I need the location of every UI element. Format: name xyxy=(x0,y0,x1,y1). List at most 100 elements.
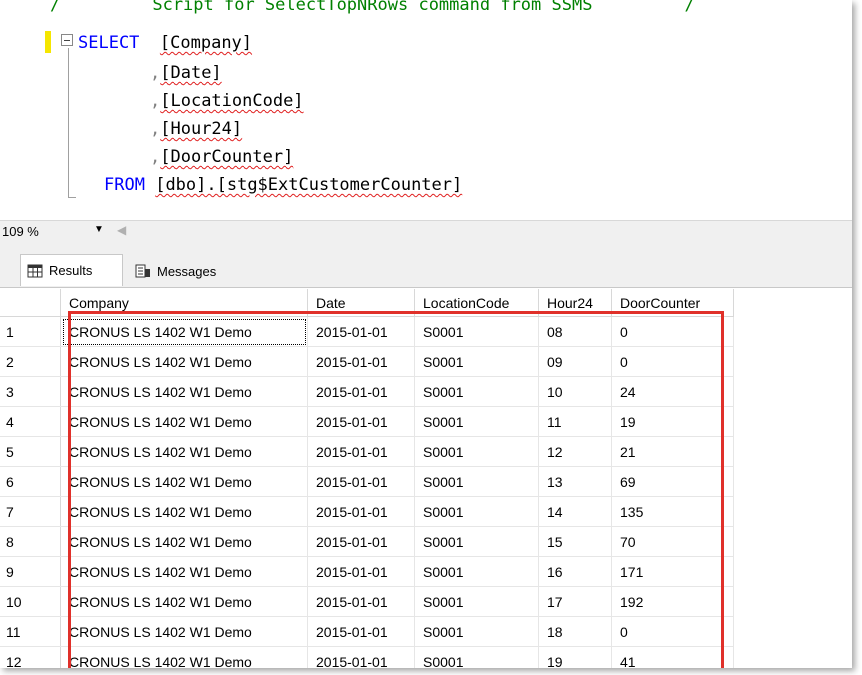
cell-locationcode[interactable]: S0001 xyxy=(414,496,539,527)
cell-locationcode[interactable]: S0001 xyxy=(414,556,539,587)
cell-locationcode[interactable]: S0001 xyxy=(414,466,539,497)
cell-locationcode[interactable]: S0001 xyxy=(414,616,539,647)
cell-rownum[interactable]: 3 xyxy=(0,376,61,407)
table-row[interactable]: 11 CRONUS LS 1402 W1 Demo 2015-01-01 S0001 1… xyxy=(0,616,734,647)
code-line: ,[DoorCounter] xyxy=(150,146,293,168)
cell-doorcounter[interactable]: 69 xyxy=(611,466,734,497)
cell-locationcode[interactable]: S0001 xyxy=(414,586,539,617)
column-header-company[interactable]: Company xyxy=(60,289,308,317)
results-grid[interactable]: Company Date LocationCode Hour24 DoorCou… xyxy=(0,287,852,668)
cell-locationcode[interactable]: S0001 xyxy=(414,646,539,668)
cell-company[interactable]: CRONUS LS 1402 W1 Demo xyxy=(60,646,308,668)
cell-doorcounter[interactable]: 0 xyxy=(611,616,734,647)
cell-date[interactable]: 2015-01-01 xyxy=(307,586,415,617)
cell-hour24[interactable]: 09 xyxy=(538,346,612,377)
cell-hour24[interactable]: 15 xyxy=(538,526,612,557)
cell-company[interactable]: CRONUS LS 1402 W1 Demo xyxy=(60,346,308,377)
cell-doorcounter[interactable]: 0 xyxy=(611,316,734,347)
cell-doorcounter[interactable]: 41 xyxy=(611,646,734,668)
cell-rownum[interactable]: 11 xyxy=(0,616,61,647)
table-row[interactable]: 12 CRONUS LS 1402 W1 Demo 2015-01-01 S0001 1… xyxy=(0,646,734,668)
cell-hour24[interactable]: 16 xyxy=(538,556,612,587)
cell-date[interactable]: 2015-01-01 xyxy=(307,376,415,407)
cell-date[interactable]: 2015-01-01 xyxy=(307,406,415,437)
cell-hour24[interactable]: 08 xyxy=(538,316,612,347)
cell-hour24[interactable]: 10 xyxy=(538,376,612,407)
cell-doorcounter[interactable]: 70 xyxy=(611,526,734,557)
tab-results[interactable]: Results xyxy=(20,254,123,286)
table-row[interactable]: 5 CRONUS LS 1402 W1 Demo 2015-01-01 S0001 12… xyxy=(0,436,734,467)
cell-hour24[interactable]: 12 xyxy=(538,436,612,467)
cell-rownum[interactable]: 10 xyxy=(0,586,61,617)
cell-hour24[interactable]: 14 xyxy=(538,496,612,527)
table-row[interactable]: 9 CRONUS LS 1402 W1 Demo 2015-01-01 S0001 16… xyxy=(0,556,734,587)
table-row[interactable]: 10 CRONUS LS 1402 W1 Demo 2015-01-01 S0001 1… xyxy=(0,586,734,617)
cell-company[interactable]: CRONUS LS 1402 W1 Demo xyxy=(60,586,308,617)
column-header-hour24[interactable]: Hour24 xyxy=(538,289,612,317)
cell-locationcode[interactable]: S0001 xyxy=(414,316,539,347)
chevron-down-icon[interactable]: ▼ xyxy=(94,224,104,235)
column-header-doorcounter[interactable]: DoorCounter xyxy=(611,289,734,317)
cell-date[interactable]: 2015-01-01 xyxy=(307,556,415,587)
cell-hour24[interactable]: 18 xyxy=(538,616,612,647)
cell-doorcounter[interactable]: 19 xyxy=(611,406,734,437)
cell-date[interactable]: 2015-01-01 xyxy=(307,616,415,647)
collapse-icon[interactable] xyxy=(61,34,73,46)
cell-company[interactable]: CRONUS LS 1402 W1 Demo xyxy=(60,436,308,467)
cell-hour24[interactable]: 13 xyxy=(538,466,612,497)
cell-hour24[interactable]: 11 xyxy=(538,406,612,437)
cell-rownum[interactable]: 7 xyxy=(0,496,61,527)
header-row: Company Date LocationCode Hour24 DoorCou… xyxy=(0,289,734,317)
table-row[interactable]: 2 CRONUS LS 1402 W1 Demo 2015-01-01 S0001 09… xyxy=(0,346,734,377)
cell-rownum[interactable]: 12 xyxy=(0,646,61,668)
table-row[interactable]: 1 CRONUS LS 1402 W1 Demo 2015-01-01 S0001 08… xyxy=(0,316,734,347)
query-editor[interactable]: / Script for SelectTopNRows command from… xyxy=(0,0,852,212)
cell-rownum[interactable]: 9 xyxy=(0,556,61,587)
cell-company[interactable]: CRONUS LS 1402 W1 Demo xyxy=(60,406,308,437)
cell-doorcounter[interactable]: 171 xyxy=(611,556,734,587)
cell-date[interactable]: 2015-01-01 xyxy=(307,496,415,527)
cell-doorcounter[interactable]: 0 xyxy=(611,346,734,377)
cell-rownum[interactable]: 1 xyxy=(0,316,61,347)
cell-date[interactable]: 2015-01-01 xyxy=(307,436,415,467)
cell-rownum[interactable]: 2 xyxy=(0,346,61,377)
cell-company[interactable]: CRONUS LS 1402 W1 Demo xyxy=(60,616,308,647)
cell-date[interactable]: 2015-01-01 xyxy=(307,466,415,497)
column-header-locationcode[interactable]: LocationCode xyxy=(414,289,539,317)
cell-company[interactable]: CRONUS LS 1402 W1 Demo xyxy=(60,466,308,497)
cell-rownum[interactable]: 6 xyxy=(0,466,61,497)
cell-date[interactable]: 2015-01-01 xyxy=(307,526,415,557)
tab-messages[interactable]: Messages xyxy=(129,255,251,287)
cell-company[interactable]: CRONUS LS 1402 W1 Demo xyxy=(60,526,308,557)
table-row[interactable]: 3 CRONUS LS 1402 W1 Demo 2015-01-01 S0001 10… xyxy=(0,376,734,407)
cell-doorcounter[interactable]: 192 xyxy=(611,586,734,617)
table-row[interactable]: 7 CRONUS LS 1402 W1 Demo 2015-01-01 S0001 14… xyxy=(0,496,734,527)
cell-company[interactable]: CRONUS LS 1402 W1 Demo xyxy=(60,316,308,347)
cell-hour24[interactable]: 19 xyxy=(538,646,612,668)
cell-locationcode[interactable]: S0001 xyxy=(414,406,539,437)
table-row[interactable]: 6 CRONUS LS 1402 W1 Demo 2015-01-01 S0001 13… xyxy=(0,466,734,497)
cell-doorcounter[interactable]: 135 xyxy=(611,496,734,527)
cell-rownum[interactable]: 5 xyxy=(0,436,61,467)
table-row[interactable]: 4 CRONUS LS 1402 W1 Demo 2015-01-01 S0001 11… xyxy=(0,406,734,437)
cell-rownum[interactable]: 4 xyxy=(0,406,61,437)
column-header-rownum[interactable] xyxy=(0,289,61,317)
cell-hour24[interactable]: 17 xyxy=(538,586,612,617)
cell-doorcounter[interactable]: 24 xyxy=(611,376,734,407)
zoom-level[interactable]: 109 % xyxy=(2,224,39,239)
cell-date[interactable]: 2015-01-01 xyxy=(307,316,415,347)
cell-company[interactable]: CRONUS LS 1402 W1 Demo xyxy=(60,376,308,407)
cell-locationcode[interactable]: S0001 xyxy=(414,346,539,377)
cell-locationcode[interactable]: S0001 xyxy=(414,376,539,407)
cell-company[interactable]: CRONUS LS 1402 W1 Demo xyxy=(60,556,308,587)
scroll-left-icon[interactable]: ◀ xyxy=(117,223,126,237)
cell-company[interactable]: CRONUS LS 1402 W1 Demo xyxy=(60,496,308,527)
table-row[interactable]: 8 CRONUS LS 1402 W1 Demo 2015-01-01 S0001 15… xyxy=(0,526,734,557)
column-header-date[interactable]: Date xyxy=(307,289,415,317)
cell-locationcode[interactable]: S0001 xyxy=(414,436,539,467)
cell-date[interactable]: 2015-01-01 xyxy=(307,346,415,377)
cell-locationcode[interactable]: S0001 xyxy=(414,526,539,557)
cell-date[interactable]: 2015-01-01 xyxy=(307,646,415,668)
cell-rownum[interactable]: 8 xyxy=(0,526,61,557)
cell-doorcounter[interactable]: 21 xyxy=(611,436,734,467)
